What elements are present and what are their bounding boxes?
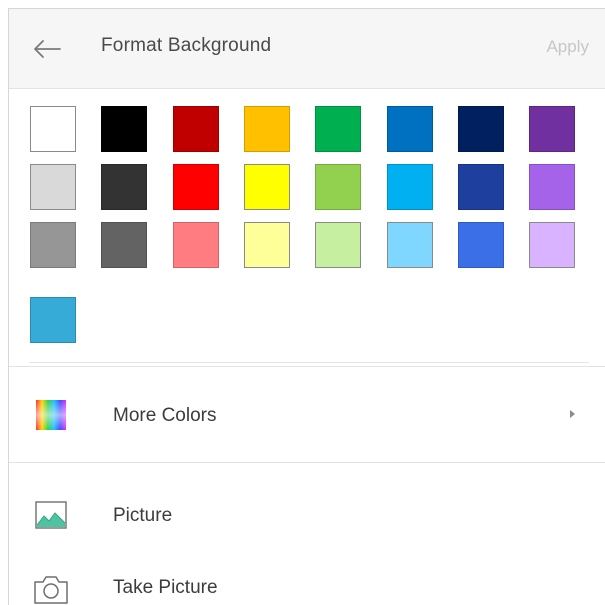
palette-divider — [29, 362, 589, 363]
panel-title: Format Background — [101, 35, 272, 56]
color-swatch[interactable] — [315, 164, 361, 210]
color-swatch[interactable] — [529, 222, 575, 268]
apply-button[interactable]: Apply — [546, 37, 589, 57]
chevron-right-icon — [570, 410, 575, 418]
color-swatch[interactable] — [30, 164, 76, 210]
color-palette — [9, 89, 605, 367]
format-background-panel: Format Background Apply More Colors Pict… — [8, 8, 605, 605]
color-swatch[interactable] — [458, 222, 504, 268]
picture-item[interactable]: Picture — [9, 465, 605, 561]
color-swatch[interactable] — [244, 106, 290, 152]
take-picture-item[interactable]: Take Picture — [9, 561, 605, 605]
more-colors-item[interactable]: More Colors — [9, 369, 605, 463]
recent-color-swatch[interactable] — [30, 297, 76, 343]
panel-header: Format Background Apply — [9, 9, 605, 89]
image-icon — [35, 501, 67, 529]
camera-icon — [34, 576, 68, 604]
picture-label: Picture — [113, 505, 173, 526]
color-swatch[interactable] — [101, 164, 147, 210]
take-picture-label: Take Picture — [113, 577, 218, 598]
color-swatch[interactable] — [101, 222, 147, 268]
color-spectrum-icon — [36, 400, 66, 430]
color-swatch[interactable] — [315, 222, 361, 268]
color-swatch[interactable] — [387, 106, 433, 152]
arrow-left-icon — [34, 40, 61, 58]
color-swatch[interactable] — [101, 106, 147, 152]
color-swatch[interactable] — [387, 222, 433, 268]
color-swatch[interactable] — [387, 164, 433, 210]
color-swatch[interactable] — [244, 164, 290, 210]
color-swatch[interactable] — [315, 106, 361, 152]
color-swatch[interactable] — [30, 222, 76, 268]
color-swatch[interactable] — [458, 164, 504, 210]
color-swatch[interactable] — [244, 222, 290, 268]
color-swatch[interactable] — [173, 222, 219, 268]
more-colors-label: More Colors — [113, 405, 217, 426]
color-swatch[interactable] — [173, 106, 219, 152]
color-swatch[interactable] — [173, 164, 219, 210]
color-swatch[interactable] — [458, 106, 504, 152]
back-button[interactable] — [31, 33, 63, 65]
color-swatch[interactable] — [529, 106, 575, 152]
color-swatch[interactable] — [529, 164, 575, 210]
color-swatch[interactable] — [30, 106, 76, 152]
